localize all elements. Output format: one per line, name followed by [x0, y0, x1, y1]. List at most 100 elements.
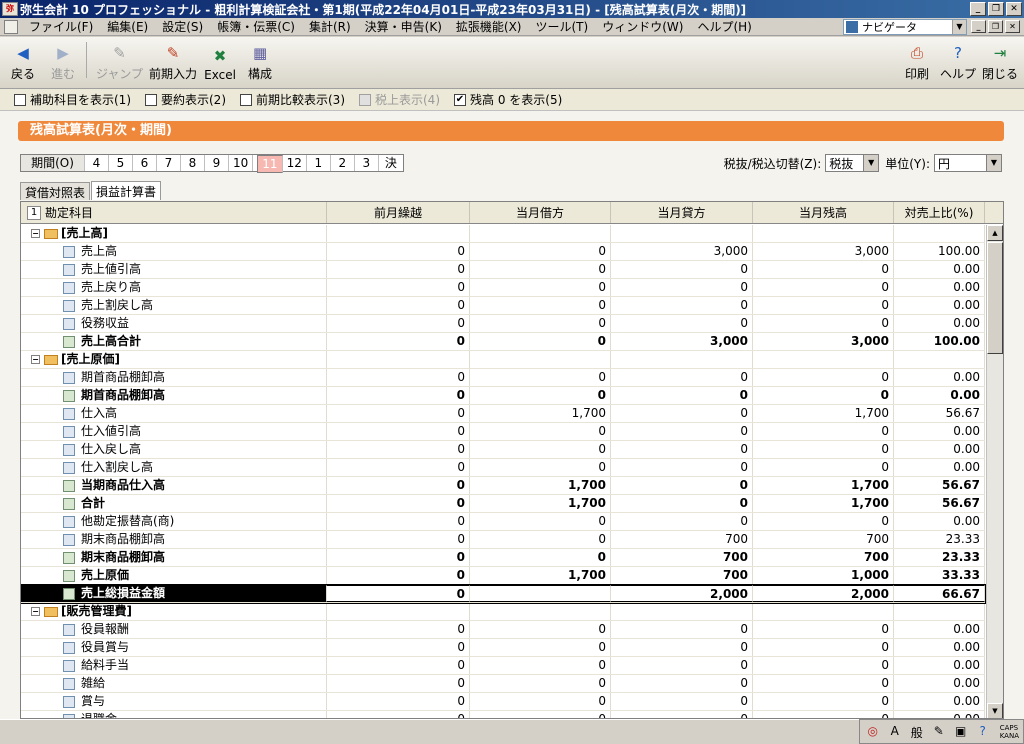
excel-button[interactable]: ✖ Excel [203, 47, 237, 82]
value-cell[interactable]: 0 [753, 441, 894, 458]
option-summary-view[interactable]: 要約表示(2) [145, 91, 226, 108]
value-cell[interactable]: 0 [470, 423, 611, 440]
value-cell[interactable]: 0 [611, 387, 753, 404]
table-row[interactable]: 期首商品棚卸高 0 0 0 0 0.00 [21, 387, 985, 405]
value-cell[interactable]: 0 [611, 315, 753, 332]
value-cell[interactable]: 0 [470, 387, 611, 404]
value-cell[interactable]: 0.00 [894, 639, 985, 656]
value-cell[interactable]: 1,700 [470, 477, 611, 494]
account-cell[interactable]: 売上戻り高 [21, 279, 327, 296]
value-cell[interactable] [327, 225, 470, 242]
value-cell[interactable]: 0 [611, 297, 753, 314]
value-cell[interactable]: 1,000 [753, 567, 894, 584]
value-cell[interactable]: 700 [611, 549, 753, 566]
group-row[interactable]: − [売上高] [21, 225, 985, 243]
account-cell[interactable]: 退職金 [21, 711, 327, 718]
account-cell[interactable]: − [売上高] [21, 225, 327, 242]
checkbox[interactable] [145, 93, 157, 106]
value-cell[interactable]: 0 [611, 657, 753, 674]
value-cell[interactable]: 0 [470, 639, 611, 656]
account-cell[interactable]: 売上値引高 [21, 261, 327, 278]
value-cell[interactable]: 0 [611, 279, 753, 296]
menu-settings[interactable]: 設定(S) [155, 18, 210, 35]
value-cell[interactable] [753, 603, 894, 620]
value-cell[interactable]: 0 [470, 297, 611, 314]
table-row[interactable]: 給料手当 0 0 0 0 0.00 [21, 657, 985, 675]
value-cell[interactable]: 0.00 [894, 387, 985, 404]
value-cell[interactable]: 0 [327, 657, 470, 674]
value-cell[interactable]: 0.00 [894, 279, 985, 296]
menu-summary[interactable]: 集計(R) [302, 18, 358, 35]
month-12[interactable]: 12 [283, 155, 307, 171]
value-cell[interactable]: 23.33 [894, 531, 985, 548]
month-11[interactable]: 11 [257, 155, 283, 173]
value-cell[interactable]: 100.00 [894, 333, 985, 350]
vertical-scrollbar[interactable]: ▲ ▼ [986, 225, 1003, 718]
value-cell[interactable]: 2,000 [753, 585, 894, 602]
value-cell[interactable]: 0 [470, 261, 611, 278]
month-closing[interactable]: 決 [379, 155, 403, 171]
value-cell[interactable]: 3,000 [611, 333, 753, 350]
value-cell[interactable]: 1,700 [470, 405, 611, 422]
collapse-icon[interactable]: − [31, 229, 40, 238]
value-cell[interactable] [753, 351, 894, 368]
value-cell[interactable]: 0 [327, 459, 470, 476]
account-cell[interactable]: 期首商品棚卸高 [21, 387, 327, 404]
table-row[interactable]: 期末商品棚卸高 0 0 700 700 23.33 [21, 549, 985, 567]
table-row[interactable]: 雑給 0 0 0 0 0.00 [21, 675, 985, 693]
doc-close-button[interactable]: ✕ [1005, 20, 1020, 33]
ime-help-icon[interactable]: ? [974, 724, 992, 740]
value-cell[interactable]: 0.00 [894, 369, 985, 386]
unit-select[interactable]: 円 ▼ [934, 154, 1002, 172]
month-2[interactable]: 2 [331, 155, 355, 171]
value-cell[interactable]: 0 [327, 405, 470, 422]
value-cell[interactable]: 0 [753, 297, 894, 314]
value-cell[interactable]: 0 [470, 441, 611, 458]
tab-income-statement[interactable]: 損益計算書 [91, 181, 162, 200]
value-cell[interactable]: 2,000 [611, 585, 753, 602]
menu-help[interactable]: ヘルプ(H) [690, 18, 758, 35]
value-cell[interactable]: 0.00 [894, 261, 985, 278]
account-cell[interactable]: 売上高 [21, 243, 327, 260]
value-cell[interactable]: 0 [327, 243, 470, 260]
value-cell[interactable]: 0.00 [894, 693, 985, 710]
value-cell[interactable]: 0 [611, 711, 753, 718]
value-cell[interactable] [753, 225, 894, 242]
value-cell[interactable] [470, 351, 611, 368]
value-cell[interactable]: 0 [753, 369, 894, 386]
menu-window[interactable]: ウィンドウ(W) [595, 18, 690, 35]
value-cell[interactable]: 1,700 [470, 495, 611, 512]
value-cell[interactable]: 0 [470, 711, 611, 718]
table-row[interactable]: 役務収益 0 0 0 0 0.00 [21, 315, 985, 333]
value-cell[interactable]: 0 [327, 423, 470, 440]
value-cell[interactable] [894, 603, 985, 620]
value-cell[interactable]: 0 [611, 477, 753, 494]
value-cell[interactable]: 0 [327, 495, 470, 512]
month-5[interactable]: 5 [109, 155, 133, 171]
forward-button[interactable]: ▶ 進む [46, 44, 80, 82]
print-button[interactable]: ⎙ 印刷 [900, 44, 934, 82]
value-cell[interactable]: 0.00 [894, 675, 985, 692]
close-window-button[interactable]: ✕ [1006, 2, 1022, 16]
value-cell[interactable]: 0 [327, 297, 470, 314]
month-10[interactable]: 10 [229, 155, 254, 171]
table-row[interactable]: 合計 0 1,700 0 1,700 56.67 [21, 495, 985, 513]
value-cell[interactable]: 0 [327, 693, 470, 710]
value-cell[interactable]: 0 [611, 441, 753, 458]
value-cell[interactable]: 0 [753, 315, 894, 332]
value-cell[interactable]: 0.00 [894, 513, 985, 530]
month-8[interactable]: 8 [181, 155, 205, 171]
value-cell[interactable]: 0 [611, 369, 753, 386]
row-level-button[interactable]: 1 [27, 205, 41, 220]
table-row[interactable]: 仕入高 0 1,700 0 1,700 56.67 [21, 405, 985, 423]
value-cell[interactable]: 700 [753, 549, 894, 566]
menu-file[interactable]: ファイル(F) [22, 18, 100, 35]
account-cell[interactable]: 期末商品棚卸高 [21, 549, 327, 566]
value-cell[interactable]: 0 [470, 531, 611, 548]
value-cell[interactable]: 0 [753, 693, 894, 710]
account-cell[interactable]: 売上原価 [21, 567, 327, 584]
value-cell[interactable]: 0 [611, 495, 753, 512]
jump-button[interactable]: ✎ ジャンプ [96, 44, 143, 82]
value-cell[interactable]: 0 [611, 405, 753, 422]
value-cell[interactable]: 0.00 [894, 423, 985, 440]
